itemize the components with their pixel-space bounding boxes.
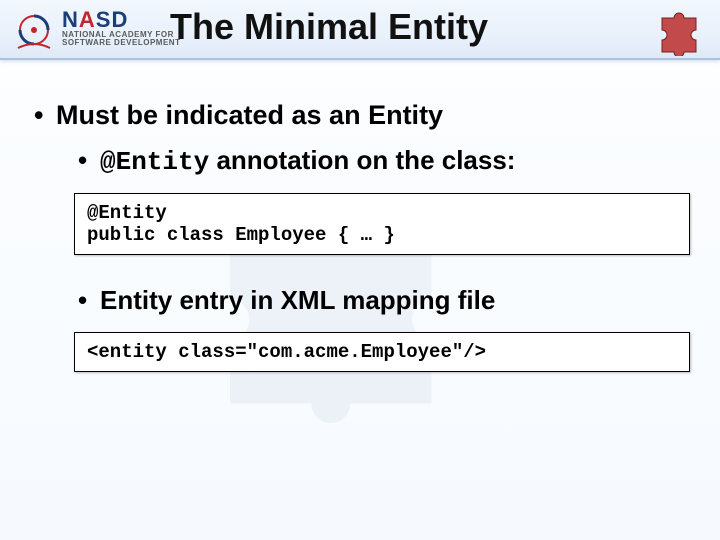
code-block-xml: <entity class="com.acme.Employee"/> [74, 332, 690, 372]
header-bar: NASD NATIONAL ACADEMY FOR SOFTWARE DEVEL… [0, 0, 720, 60]
bullet-level2-annotation: @Entity annotation on the class: [30, 145, 690, 177]
brand-sub2: SOFTWARE DEVELOPMENT [62, 39, 180, 47]
brand-n: N [62, 7, 79, 32]
bullet-level2-xml: Entity entry in XML mapping file [30, 285, 690, 316]
brand-text: NASD NATIONAL ACADEMY FOR SOFTWARE DEVEL… [62, 8, 180, 48]
slide-title: The Minimal Entity [170, 6, 488, 48]
brand-a: A [79, 7, 96, 32]
code-block-java: @Entity public class Employee { … } [74, 193, 690, 255]
inline-code: @Entity [100, 147, 209, 177]
bullet2a-text: annotation on the class: [209, 145, 515, 175]
puzzle-piece-icon [654, 4, 706, 56]
content-area: Must be indicated as an Entity @Entity a… [30, 100, 690, 402]
brand-sd: SD [96, 7, 129, 32]
bullet-level1: Must be indicated as an Entity [30, 100, 690, 131]
logo-swirl-icon [10, 6, 58, 54]
slide: NASD NATIONAL ACADEMY FOR SOFTWARE DEVEL… [0, 0, 720, 540]
